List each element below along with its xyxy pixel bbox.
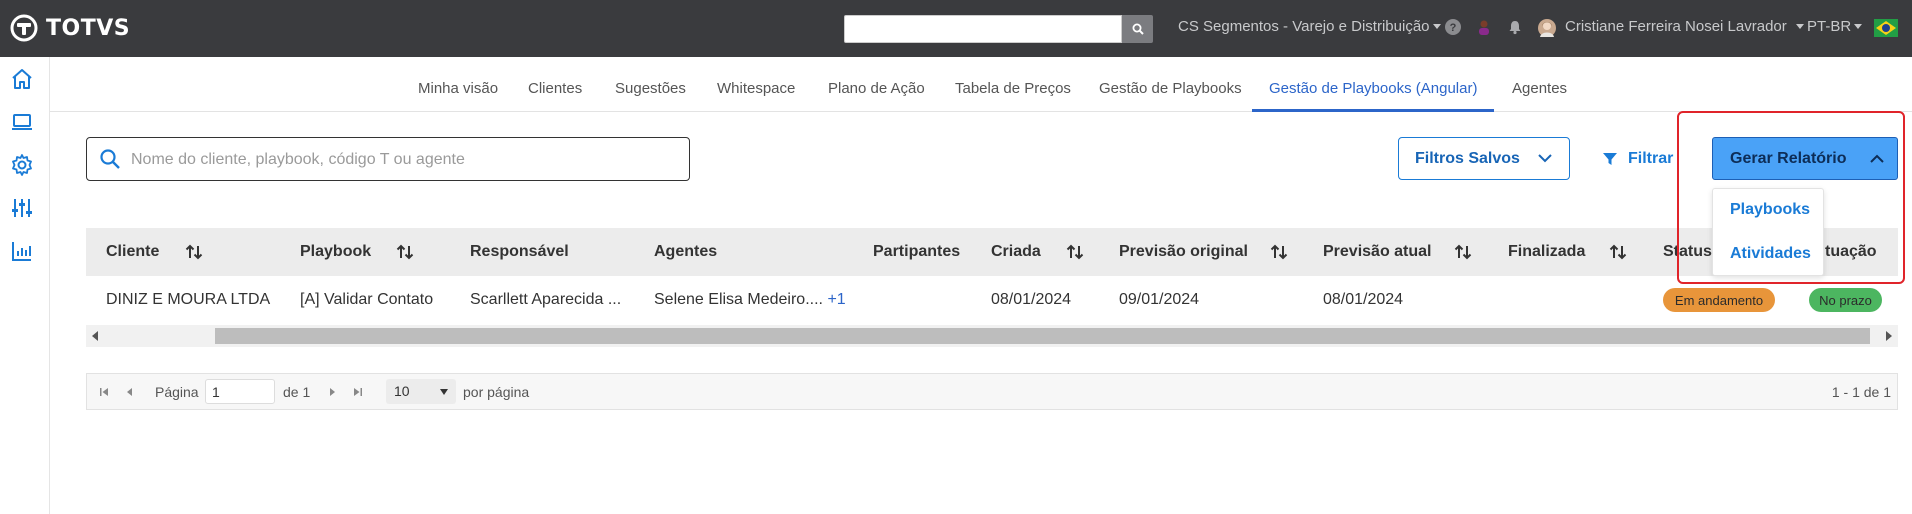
sidebar bbox=[0, 57, 50, 514]
first-page-icon[interactable] bbox=[99, 387, 109, 397]
next-page-icon[interactable] bbox=[327, 387, 337, 397]
scrollbar-thumb[interactable] bbox=[215, 328, 1870, 344]
situation-badge: No prazo bbox=[1809, 288, 1882, 312]
chevron-down-icon bbox=[1795, 24, 1804, 29]
cell-cliente: DINIZ E MOURA LTDA bbox=[106, 291, 271, 308]
scroll-left-icon[interactable] bbox=[92, 331, 98, 341]
user-menu[interactable]: Cristiane Ferreira Nosei Lavrador bbox=[1565, 18, 1804, 35]
language-selector[interactable]: PT-BR bbox=[1807, 18, 1863, 35]
more-agents-link[interactable]: +1 bbox=[827, 291, 845, 308]
chevron-down-icon bbox=[1432, 24, 1441, 29]
user-avatar-small-icon[interactable] bbox=[1476, 19, 1492, 35]
question-circle-icon[interactable]: ? bbox=[1445, 19, 1461, 35]
avatar[interactable] bbox=[1538, 19, 1556, 37]
table-row[interactable]: DINIZ E MOURA LTDA [A] Validar Contato S… bbox=[86, 280, 1898, 320]
tab-minha-visao[interactable]: Minha visão bbox=[418, 80, 498, 97]
column-header-previsao-original[interactable]: Previsão original bbox=[1119, 243, 1248, 261]
cell-agentes: Selene Elisa Medeiro.... +1 bbox=[654, 291, 846, 309]
previous-page-icon[interactable] bbox=[125, 387, 135, 397]
sort-icon[interactable] bbox=[1066, 243, 1084, 261]
cell-responsavel: Scarllett Aparecida ... bbox=[470, 291, 622, 308]
column-header-responsavel[interactable]: Responsável bbox=[470, 243, 569, 261]
language-label: PT-BR bbox=[1807, 18, 1852, 35]
column-header-agentes[interactable]: Agentes bbox=[654, 243, 717, 261]
highlight-annotation bbox=[1677, 111, 1905, 284]
search-icon bbox=[1132, 23, 1144, 35]
user-name: Cristiane Ferreira Nosei Lavrador bbox=[1565, 18, 1787, 35]
page-total: de 1 bbox=[283, 384, 311, 400]
scroll-right-icon[interactable] bbox=[1886, 331, 1892, 341]
cell-playbook: [A] Validar Contato bbox=[300, 291, 434, 308]
status-badge: Em andamento bbox=[1663, 288, 1775, 312]
laptop-icon[interactable] bbox=[10, 110, 34, 134]
tab-sugestoes[interactable]: Sugestões bbox=[615, 80, 686, 97]
totvs-logo-icon bbox=[10, 14, 38, 42]
search-icon bbox=[100, 149, 120, 169]
filter-icon bbox=[1603, 152, 1617, 165]
totvs-logo[interactable]: TOTVS bbox=[10, 12, 130, 44]
playbook-search-input[interactable]: Nome do cliente, playbook, código T ou a… bbox=[86, 137, 690, 181]
cell-previsao-original: 09/01/2024 bbox=[1119, 291, 1200, 308]
active-tab-indicator bbox=[1252, 109, 1494, 112]
sort-icon[interactable] bbox=[1609, 243, 1627, 261]
bell-icon[interactable] bbox=[1507, 19, 1523, 35]
sort-icon[interactable] bbox=[1270, 243, 1288, 261]
column-header-finalizada[interactable]: Finalizada bbox=[1508, 243, 1585, 261]
home-icon[interactable] bbox=[10, 67, 34, 91]
chevron-down-icon bbox=[1854, 24, 1863, 29]
tab-clientes[interactable]: Clientes bbox=[528, 80, 582, 97]
page-label: Página bbox=[155, 384, 199, 400]
cell-criada: 08/01/2024 bbox=[991, 291, 1072, 308]
saved-filters-label: Filtros Salvos bbox=[1415, 149, 1520, 167]
filter-button[interactable]: Filtrar bbox=[1602, 137, 1673, 180]
question-mark: ? bbox=[1450, 22, 1457, 34]
sort-icon[interactable] bbox=[185, 243, 203, 261]
tab-tabela-de-precos[interactable]: Tabela de Preços bbox=[955, 80, 1071, 97]
sort-icon[interactable] bbox=[396, 243, 414, 261]
column-header-playbook[interactable]: Playbook bbox=[300, 243, 371, 261]
column-header-cliente[interactable]: Cliente bbox=[106, 243, 159, 261]
gear-icon[interactable] bbox=[10, 153, 34, 177]
chevron-down-icon bbox=[1538, 154, 1552, 163]
search-placeholder: Nome do cliente, playbook, código T ou a… bbox=[131, 151, 465, 168]
sort-icon[interactable] bbox=[1454, 243, 1472, 261]
top-navbar: TOTVS CS Segmentos - Varejo e Distribuiç… bbox=[0, 0, 1912, 57]
tab-gestao-de-playbooks[interactable]: Gestão de Playbooks bbox=[1099, 80, 1242, 97]
brazil-flag-icon[interactable] bbox=[1874, 19, 1898, 37]
per-page-label: por página bbox=[463, 384, 530, 400]
sliders-icon[interactable] bbox=[10, 196, 34, 220]
per-page-select[interactable]: 10 bbox=[386, 379, 456, 404]
company-selector[interactable]: CS Segmentos - Varejo e Distribuição bbox=[1178, 18, 1441, 35]
pagination-bar: Página 1 de 1 10 por página 1 - 1 de 1 bbox=[86, 373, 1898, 410]
tab-whitespace[interactable]: Whitespace bbox=[717, 80, 795, 97]
table-header: Cliente Playbook Responsável Agentes Par… bbox=[86, 228, 1898, 276]
bar-chart-icon[interactable] bbox=[10, 239, 34, 263]
global-search-button[interactable] bbox=[1122, 15, 1153, 43]
cell-previsao-atual: 08/01/2024 bbox=[1323, 291, 1404, 308]
chevron-down-icon bbox=[440, 389, 448, 395]
tab-gestao-de-playbooks-angular[interactable]: Gestão de Playbooks (Angular) bbox=[1269, 80, 1477, 97]
per-page-value: 10 bbox=[394, 383, 410, 399]
column-header-participantes[interactable]: Partipantes bbox=[873, 243, 960, 261]
tab-agentes[interactable]: Agentes bbox=[1512, 80, 1567, 97]
filter-label: Filtrar bbox=[1628, 149, 1674, 167]
tab-bar: Minha visão Clientes Sugestões Whitespac… bbox=[50, 57, 1912, 112]
agent-name: Selene Elisa Medeiro.... bbox=[654, 291, 823, 308]
page-number-input[interactable]: 1 bbox=[205, 379, 275, 404]
column-header-criada[interactable]: Criada bbox=[991, 243, 1041, 261]
global-search-input[interactable] bbox=[844, 15, 1122, 43]
pagination-range: 1 - 1 de 1 bbox=[1831, 384, 1891, 400]
company-label: CS Segmentos - Varejo e Distribuição bbox=[1178, 18, 1430, 35]
tab-plano-de-acao[interactable]: Plano de Ação bbox=[828, 80, 925, 97]
last-page-icon[interactable] bbox=[353, 387, 363, 397]
column-header-previsao-atual[interactable]: Previsão atual bbox=[1323, 243, 1432, 261]
svg-text:?: ? bbox=[1450, 22, 1457, 34]
brand-name: TOTVS bbox=[46, 15, 131, 41]
saved-filters-button[interactable]: Filtros Salvos bbox=[1398, 137, 1570, 180]
horizontal-scrollbar[interactable] bbox=[86, 325, 1898, 347]
